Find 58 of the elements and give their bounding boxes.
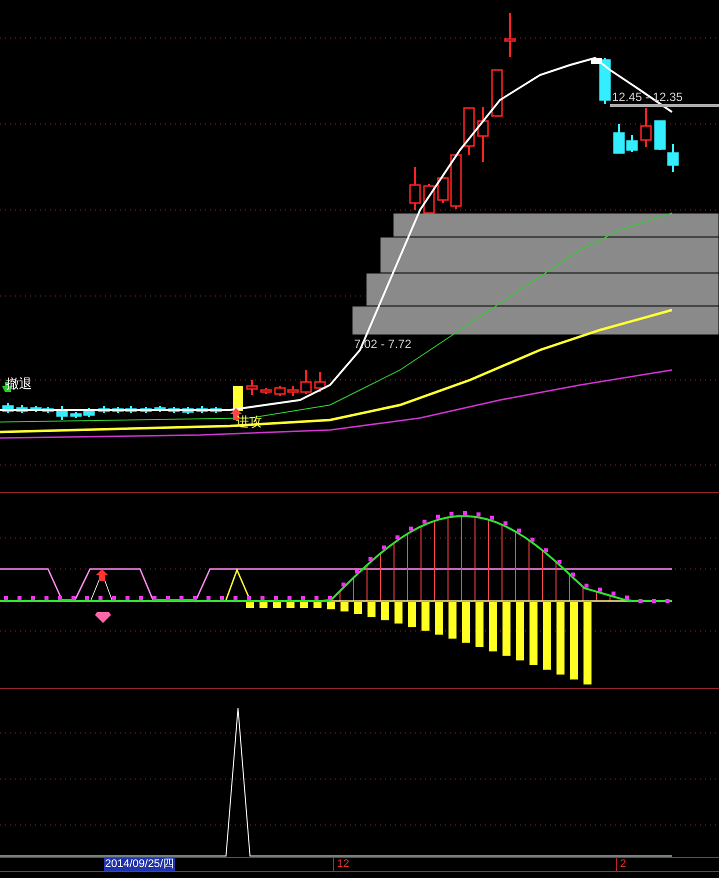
candlestick bbox=[491, 69, 503, 117]
histogram-bar bbox=[286, 602, 294, 608]
histogram-bar bbox=[435, 602, 443, 635]
histogram-line bbox=[596, 591, 597, 602]
histogram-bar bbox=[408, 602, 416, 628]
histogram-line bbox=[353, 577, 354, 602]
candlestick bbox=[477, 107, 489, 162]
up-arrow-icon bbox=[96, 569, 108, 581]
candlestick bbox=[640, 108, 652, 147]
candlestick bbox=[314, 372, 326, 392]
candlestick bbox=[260, 388, 272, 394]
histogram-bar bbox=[314, 602, 322, 608]
histogram-bar bbox=[502, 602, 510, 656]
candlestick bbox=[463, 107, 475, 155]
candlestick bbox=[246, 380, 258, 395]
date-label: 2014/09/25/四 bbox=[104, 858, 176, 871]
histogram-bar bbox=[530, 602, 538, 666]
gem-icon bbox=[95, 612, 111, 623]
candlestick bbox=[504, 13, 516, 57]
histogram-bar bbox=[516, 602, 524, 660]
histogram-line bbox=[542, 550, 543, 602]
trigger-line bbox=[225, 568, 251, 600]
histogram-bar bbox=[300, 602, 308, 608]
candlestick bbox=[56, 406, 68, 420]
histogram-bar bbox=[354, 602, 362, 614]
histogram-line bbox=[528, 540, 530, 602]
histogram-line bbox=[515, 531, 516, 602]
candlestick bbox=[274, 386, 286, 396]
histogram-bar bbox=[394, 602, 402, 624]
histogram-bar bbox=[246, 602, 254, 608]
histogram-bar bbox=[273, 602, 281, 608]
candlestick bbox=[233, 386, 243, 411]
price-range-label: 12.45 - 12.35 bbox=[612, 90, 683, 104]
candlestick bbox=[168, 407, 180, 413]
histogram-bar bbox=[340, 602, 348, 612]
candlestick bbox=[409, 167, 421, 210]
histogram-bar bbox=[381, 602, 389, 620]
histogram-line bbox=[380, 552, 381, 602]
histogram-line bbox=[366, 564, 368, 602]
histogram-bar bbox=[422, 602, 430, 631]
candlestick bbox=[2, 403, 14, 413]
candlestick bbox=[16, 405, 28, 413]
histogram-bar bbox=[476, 602, 484, 648]
candlestick bbox=[140, 407, 152, 413]
histogram-bar bbox=[260, 602, 268, 608]
histogram-line bbox=[582, 586, 584, 602]
signal-label: 撤退 bbox=[6, 376, 32, 391]
candlestick bbox=[654, 120, 666, 150]
candlestick bbox=[667, 144, 679, 172]
histogram-bar bbox=[448, 602, 456, 639]
candlestick bbox=[154, 406, 166, 412]
histogram-bar bbox=[543, 602, 551, 670]
histogram-bar bbox=[489, 602, 497, 652]
histogram-line bbox=[569, 574, 570, 602]
histogram-bar bbox=[327, 602, 335, 610]
histogram-bar bbox=[462, 602, 470, 643]
histogram-bar bbox=[368, 602, 376, 617]
histogram-line bbox=[407, 533, 408, 602]
